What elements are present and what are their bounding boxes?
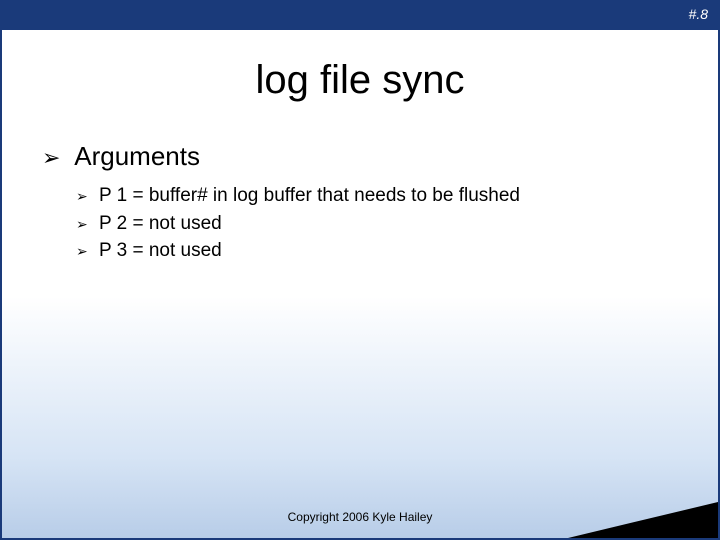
list-item: P 3 = not used bbox=[76, 237, 688, 265]
list-item-text: P 3 = not used bbox=[99, 240, 222, 261]
list-item-text: P 2 = not used bbox=[99, 213, 222, 234]
slide: #.8 log file sync Arguments P 1 = buffer… bbox=[0, 0, 720, 540]
top-bar: #.8 bbox=[2, 2, 718, 30]
slide-number: #.8 bbox=[689, 6, 708, 22]
list-item-text: P 1 = buffer# in log buffer that needs t… bbox=[99, 185, 520, 206]
section-heading: Arguments bbox=[42, 141, 688, 172]
content-area: Arguments P 1 = buffer# in log buffer th… bbox=[2, 141, 718, 265]
list-item: P 1 = buffer# in log buffer that needs t… bbox=[76, 182, 688, 210]
list-item: P 2 = not used bbox=[76, 210, 688, 238]
section-heading-text: Arguments bbox=[74, 141, 200, 171]
slide-title: log file sync bbox=[2, 58, 718, 103]
corner-decoration bbox=[568, 502, 718, 538]
